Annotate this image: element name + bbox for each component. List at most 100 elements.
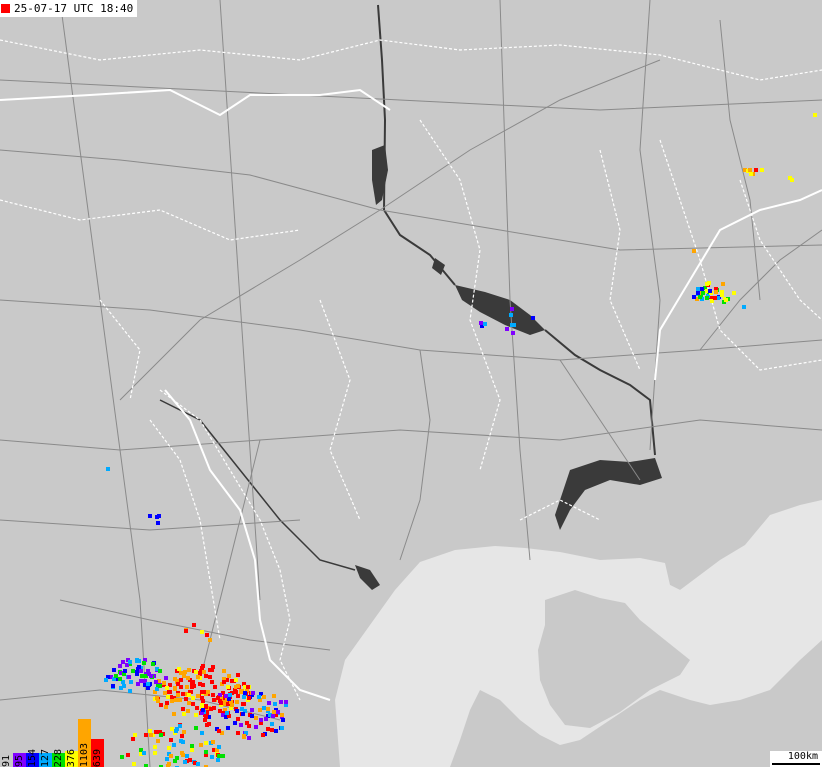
lightning-strike-marker	[153, 751, 157, 755]
lightning-strike-marker	[180, 734, 184, 738]
lightning-strike-marker	[236, 731, 240, 735]
lightning-strike-marker	[272, 710, 276, 714]
lightning-strike-marker	[266, 707, 270, 711]
lightning-strike-marker	[241, 712, 245, 716]
lightning-strike-marker	[254, 716, 258, 720]
lightning-strike-marker	[183, 670, 187, 674]
lightning-strike-marker	[242, 735, 246, 739]
lightning-strike-marker	[179, 678, 183, 682]
lightning-strike-marker	[205, 633, 209, 637]
lightning-strike-marker	[172, 743, 176, 747]
lightning-strike-marker	[175, 756, 179, 760]
lightning-strike-marker	[264, 717, 268, 721]
lightning-strike-marker	[279, 700, 283, 704]
lightning-strike-marker	[177, 667, 181, 671]
lightning-strike-marker	[173, 677, 177, 681]
lightning-strike-marker	[167, 746, 171, 750]
lightning-strike-marker	[239, 690, 243, 694]
lightning-strike-marker	[164, 676, 168, 680]
lightning-strike-marker	[235, 700, 239, 704]
lightning-strike-marker	[245, 721, 249, 725]
lightning-strike-marker	[129, 680, 133, 684]
lightning-strike-marker	[210, 680, 214, 684]
legend-item-639: 639	[91, 739, 104, 767]
lightning-strike-marker	[221, 754, 225, 758]
lightning-strike-marker	[239, 723, 243, 727]
lightning-strike-marker	[159, 703, 163, 707]
lightning-strike-marker	[112, 668, 116, 672]
lightning-strike-marker	[266, 727, 270, 731]
lightning-strike-marker	[216, 758, 220, 762]
legend-label: 376	[66, 748, 77, 767]
lightning-strike-marker	[217, 745, 221, 749]
lightning-strike-marker	[208, 675, 212, 679]
lightning-strike-marker	[190, 685, 194, 689]
lightning-strike-marker	[705, 296, 709, 300]
lightning-strike-marker	[479, 321, 483, 325]
lightning-strike-marker	[142, 661, 146, 665]
lightning-strike-marker	[218, 709, 222, 713]
lightning-strike-marker	[169, 738, 173, 742]
lightning-strike-marker	[274, 729, 278, 733]
lightning-strike-marker	[813, 113, 817, 117]
lightning-strike-marker	[198, 671, 202, 675]
lightning-strike-marker	[201, 708, 205, 712]
lightning-strike-marker	[174, 698, 178, 702]
lightning-strike-marker	[158, 684, 162, 688]
lightning-strike-marker	[226, 726, 230, 730]
lightning-strike-marker	[242, 702, 246, 706]
lightning-strike-marker	[236, 673, 240, 677]
lightning-strike-marker	[721, 282, 725, 286]
lightning-strike-marker	[146, 682, 150, 686]
lightning-strike-marker	[713, 296, 717, 300]
lightning-strike-marker	[259, 718, 263, 722]
lightning-strike-marker	[128, 660, 132, 664]
lightning-strike-marker	[196, 675, 200, 679]
lightning-strike-marker	[187, 668, 191, 672]
lightning-strike-marker	[224, 694, 228, 698]
legend-item-154: 154	[26, 749, 39, 767]
lightning-strike-marker	[208, 638, 212, 642]
lightning-strike-marker	[155, 696, 159, 700]
lightning-strike-marker	[165, 686, 169, 690]
legend-item-1103: 1103	[78, 719, 91, 767]
lightning-map[interactable]: 25-07-17 UTC 18:40 91 95 154 127 228 376 1103 6…	[0, 0, 822, 767]
lightning-strike-marker	[236, 717, 240, 721]
lightning-strike-marker	[254, 725, 258, 729]
lightning-strike-marker	[258, 708, 262, 712]
lightning-strike-marker	[227, 674, 231, 678]
lightning-strike-marker	[186, 676, 190, 680]
lightning-strike-marker	[698, 295, 702, 299]
lightning-strike-marker	[235, 709, 239, 713]
lightning-strike-marker	[195, 706, 199, 710]
lightning-strike-marker	[234, 678, 238, 682]
lightning-strike-marker	[179, 671, 183, 675]
timestamp-box: 25-07-17 UTC 18:40	[0, 0, 138, 17]
lightning-strike-marker	[181, 753, 185, 757]
lightning-strike-marker	[273, 702, 277, 706]
lightning-strike-marker	[230, 703, 234, 707]
lightning-strike-marker	[156, 521, 160, 525]
legend-item-127: 127	[39, 749, 52, 767]
lightning-strike-marker	[155, 515, 159, 519]
lightning-strike-marker	[118, 677, 122, 681]
lightning-strike-marker	[148, 514, 152, 518]
lightning-strike-marker	[209, 707, 213, 711]
lightning-strike-marker	[270, 728, 274, 732]
lightning-strike-marker	[191, 702, 195, 706]
lightning-strike-marker	[208, 668, 212, 672]
lightning-strike-marker	[181, 707, 185, 711]
lightning-strike-marker	[131, 737, 135, 741]
legend-label: 228	[53, 748, 64, 767]
lightning-strike-marker	[204, 750, 208, 754]
timestamp-text: 25-07-17 UTC 18:40	[14, 2, 134, 15]
lightning-strike-marker	[219, 701, 223, 705]
lightning-strike-marker	[206, 690, 210, 694]
lightning-strike-marker	[159, 733, 163, 737]
lightning-strike-marker	[228, 693, 232, 697]
lightning-strike-marker	[175, 727, 179, 731]
scale-bar-line	[772, 763, 820, 765]
lightning-strike-marker	[149, 674, 153, 678]
lightning-strike-marker	[120, 755, 124, 759]
lightning-strike-marker	[139, 679, 143, 683]
